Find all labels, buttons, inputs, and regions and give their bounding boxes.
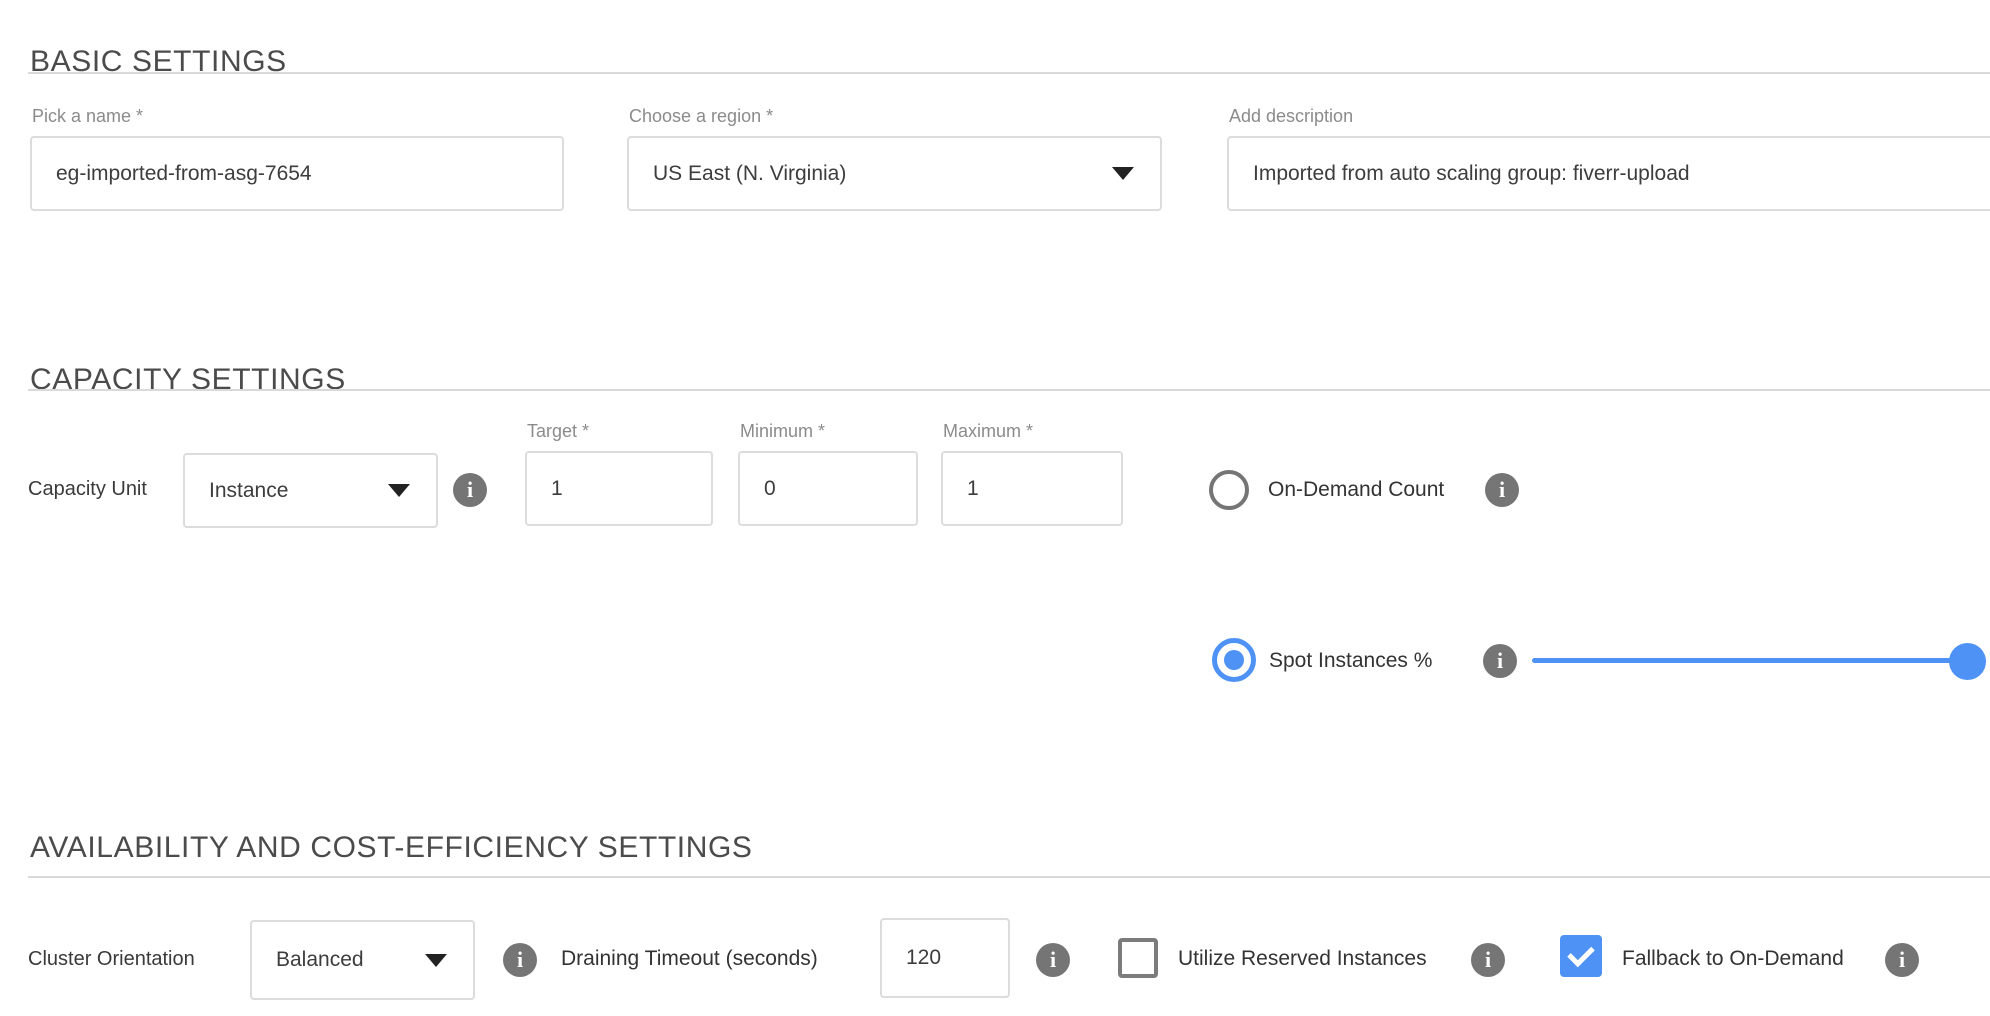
target-field-group: Target * — [525, 421, 713, 526]
capacity-unit-select-value: Instance — [209, 479, 288, 503]
info-icon[interactable]: i — [1885, 943, 1919, 977]
utilize-reserved-instances-checkbox[interactable] — [1118, 938, 1158, 978]
fallback-to-on-demand-checkbox[interactable] — [1560, 935, 1602, 977]
chevron-down-icon — [1112, 167, 1134, 180]
utilize-reserved-instances-label: Utilize Reserved Instances — [1178, 947, 1427, 971]
chevron-down-icon — [388, 484, 410, 497]
info-icon[interactable]: i — [453, 473, 487, 507]
on-demand-count-label: On-Demand Count — [1268, 478, 1444, 502]
checkmark-icon — [1567, 939, 1595, 967]
draining-timeout-label: Draining Timeout (seconds) — [561, 947, 818, 971]
target-input[interactable] — [525, 451, 713, 526]
section-divider — [28, 389, 1990, 391]
availability-settings-title: AVAILABILITY AND COST-EFFICIENCY SETTING… — [30, 831, 753, 865]
spot-percentage-slider-thumb[interactable] — [1949, 643, 1986, 680]
name-field-label: Pick a name * — [32, 106, 564, 127]
region-field-group: Choose a region * US East (N. Virginia) — [627, 106, 1162, 211]
fallback-to-on-demand-label: Fallback to On-Demand — [1622, 947, 1844, 971]
minimum-field-label: Minimum * — [740, 421, 918, 442]
info-icon[interactable]: i — [1485, 473, 1519, 507]
info-icon[interactable]: i — [1036, 943, 1070, 977]
spot-instances-label: Spot Instances % — [1269, 649, 1432, 673]
target-field-label: Target * — [527, 421, 713, 442]
maximum-input[interactable] — [941, 451, 1123, 526]
draining-timeout-input[interactable] — [880, 918, 1010, 998]
description-field-label: Add description — [1229, 106, 1990, 127]
cluster-orientation-label: Cluster Orientation — [28, 948, 195, 971]
capacity-unit-select[interactable]: Instance — [183, 453, 438, 528]
name-field-group: Pick a name * — [30, 106, 564, 211]
on-demand-count-radio[interactable] — [1209, 470, 1249, 510]
radio-dot-icon — [1224, 650, 1244, 670]
region-field-label: Choose a region * — [629, 106, 1162, 127]
spot-instances-radio[interactable] — [1212, 638, 1256, 682]
section-divider — [28, 876, 1990, 878]
cluster-orientation-select[interactable]: Balanced — [250, 920, 475, 1000]
elastigroup-settings-page: { "colors": { "accent_blue": "#4e92f6", … — [0, 0, 1990, 1016]
minimum-field-group: Minimum * — [738, 421, 918, 526]
description-input[interactable] — [1227, 136, 1990, 211]
spot-percentage-slider-track[interactable] — [1532, 658, 1968, 663]
capacity-unit-label: Capacity Unit — [28, 478, 147, 501]
name-input[interactable] — [30, 136, 564, 211]
section-divider — [28, 72, 1990, 74]
info-icon[interactable]: i — [503, 943, 537, 977]
capacity-settings-title: CAPACITY SETTINGS — [30, 363, 346, 397]
region-select[interactable]: US East (N. Virginia) — [627, 136, 1162, 211]
maximum-field-group: Maximum * — [941, 421, 1123, 526]
region-select-value: US East (N. Virginia) — [653, 162, 846, 186]
info-icon[interactable]: i — [1483, 644, 1517, 678]
maximum-field-label: Maximum * — [943, 421, 1123, 442]
info-icon[interactable]: i — [1471, 943, 1505, 977]
minimum-input[interactable] — [738, 451, 918, 526]
cluster-orientation-select-value: Balanced — [276, 948, 364, 972]
description-field-group: Add description — [1227, 106, 1990, 211]
chevron-down-icon — [425, 954, 447, 967]
